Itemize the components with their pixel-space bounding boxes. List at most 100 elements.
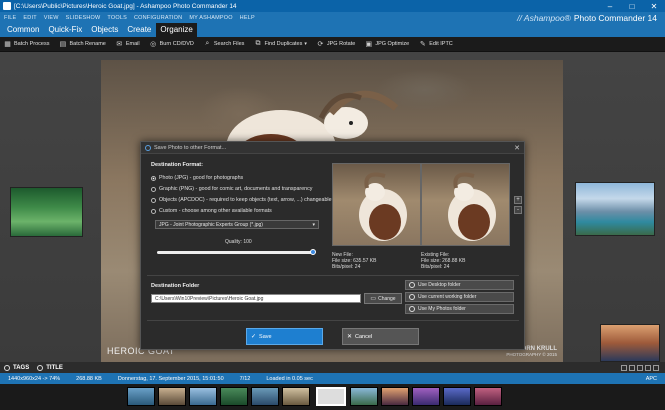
destination-path-input[interactable]: C:\Users\Win10Preview\Pictures\Heroic Go… [151, 294, 361, 303]
use-working-folder-button[interactable]: Use current working folder [405, 292, 514, 302]
film-thumb[interactable] [282, 387, 310, 406]
film-thumb[interactable] [220, 387, 248, 406]
use-my-photos-folder-button[interactable]: Use My Photos folder [405, 304, 514, 314]
check-icon: ✓ [251, 334, 257, 340]
tab-common[interactable]: Common [3, 23, 43, 37]
film-thumb-current[interactable] [316, 387, 346, 406]
dialog-app-icon [145, 144, 151, 151]
menu-slideshow[interactable]: SLIDESHOW [66, 15, 101, 21]
rating-box-icon[interactable] [653, 364, 659, 371]
email-button[interactable]: ✉ Email [115, 40, 140, 49]
tab-create[interactable]: Create [123, 23, 155, 37]
edit-iptc-button[interactable]: ✎ Edit IPTC [418, 40, 453, 49]
burn-disc-button[interactable]: ◎ Burn CD/DVD [149, 40, 194, 49]
film-thumb[interactable] [474, 387, 502, 406]
tab-objects[interactable]: Objects [87, 23, 122, 37]
tab-organize[interactable]: Organize [156, 23, 197, 37]
close-window-button[interactable]: ✕ [643, 0, 665, 12]
film-thumb[interactable] [381, 387, 409, 406]
toolbar-label: JPG Rotate [326, 41, 356, 47]
option-png[interactable]: Graphic (PNG) - good for comic art, docu… [151, 186, 312, 192]
radio-icon[interactable] [4, 364, 10, 371]
navigator-thumb[interactable] [600, 324, 660, 362]
ribbon-tabs: Common Quick-Fix Objects Create Organize [0, 23, 665, 37]
toolbar-label: Edit IPTC [429, 41, 453, 47]
next-photo-thumb[interactable] [575, 182, 655, 236]
option-custom[interactable]: Custom - choose among other available fo… [151, 208, 272, 214]
folder-option-icon [409, 306, 415, 312]
batch-process-button[interactable]: ▦ Batch Process [3, 40, 49, 49]
film-thumb[interactable] [127, 387, 155, 406]
rating-box-icon[interactable] [645, 364, 651, 371]
dialog-title-bar: Save Photo to other Format... ✕ [141, 142, 524, 154]
toolbar-label: Search Files [213, 41, 245, 47]
film-thumb[interactable] [412, 387, 440, 406]
zoom-in-button[interactable]: + [514, 196, 522, 204]
cancel-icon: ✕ [347, 334, 353, 340]
new-file-info: New File: File size: 635.57 KB Bits/pixe… [332, 252, 376, 270]
title-toggle[interactable]: TITLE [37, 364, 63, 371]
radio-icon[interactable] [37, 364, 44, 371]
destination-format-label: Destination Format: [151, 162, 203, 168]
option-apcdoc[interactable]: Objects (APCDOC) - required to keep obje… [151, 197, 332, 203]
preview-zoom-controls: + - [514, 196, 522, 216]
optimize-icon: ▣ [365, 41, 373, 48]
zoom-out-button[interactable]: - [514, 206, 522, 214]
tags-toggle[interactable]: TAGS [4, 364, 29, 371]
folder-option-icon [409, 282, 415, 288]
status-index: 7/12 [239, 375, 251, 382]
use-desktop-folder-button[interactable]: Use Desktop folder [405, 280, 514, 290]
change-folder-button[interactable]: ▭ Change [364, 293, 402, 304]
tag-icon: ✎ [419, 41, 426, 48]
option-label: Objects (APCDOC) - required to keep obje… [159, 197, 332, 203]
dialog-close-button[interactable]: ✕ [510, 144, 524, 152]
film-thumb[interactable] [350, 387, 378, 406]
radio-icon[interactable] [151, 186, 156, 192]
status-mode: APC [645, 375, 657, 382]
menu-view[interactable]: VIEW [44, 15, 59, 21]
quality-label: Quality: 100 [225, 239, 252, 245]
film-thumb[interactable] [158, 387, 186, 406]
rating-box-icon[interactable] [637, 364, 643, 371]
menu-edit[interactable]: EDIT [23, 15, 36, 21]
cancel-label: Cancel [355, 333, 373, 340]
cancel-button[interactable]: ✕ Cancel [342, 328, 419, 345]
film-thumb[interactable] [189, 387, 217, 406]
rating-box-icon[interactable] [629, 364, 635, 371]
previous-photo-thumb[interactable] [10, 187, 83, 237]
menu-configuration[interactable]: CONFIGURATION [134, 15, 182, 21]
radio-selected-icon[interactable] [151, 175, 156, 181]
menu-file[interactable]: FILE [4, 15, 16, 21]
folder-button-label: Use current working folder [418, 294, 477, 300]
chevron-down-icon[interactable]: ▾ [304, 41, 307, 47]
quality-slider[interactable] [157, 249, 316, 255]
menu-help[interactable]: HELP [240, 15, 255, 21]
existing-file-info: Existing File: File size: 268.88 KB Bits… [421, 252, 465, 270]
toolbar: ▦ Batch Process ▤ Batch Rename ✉ Email ◎ Bur… [0, 37, 665, 52]
rating-box-icon[interactable] [621, 364, 627, 371]
maximize-button[interactable]: □ [621, 0, 643, 12]
search-files-button[interactable]: ⌕ Search Files [203, 40, 245, 49]
jpg-rotate-button[interactable]: ⟳ JPG Rotate [316, 40, 355, 49]
film-thumb[interactable] [443, 387, 471, 406]
email-icon: ✉ [116, 41, 123, 48]
radio-icon[interactable] [151, 197, 156, 203]
quality-slider-handle[interactable] [310, 249, 316, 255]
save-button[interactable]: ✓ Save [246, 328, 323, 345]
menu-my-ashampoo[interactable]: MY ASHAMPOO [189, 15, 232, 21]
find-duplicates-button[interactable]: ⧉ Find Duplicates ▾ [253, 40, 306, 49]
option-jpg[interactable]: Photo (JPG) - good for photographs [151, 175, 243, 181]
format-select[interactable]: JPG - Joint Photographic Experts Group (… [155, 220, 319, 229]
toolbar-label: JPG Optimize [375, 41, 410, 47]
menu-tools[interactable]: TOOLS [107, 15, 127, 21]
jpg-optimize-button[interactable]: ▣ JPG Optimize [364, 40, 410, 49]
status-date: Donnerstag, 17. September 2015, 15:01:50 [117, 375, 224, 382]
radio-icon[interactable] [151, 208, 156, 214]
batch-rename-button[interactable]: ▤ Batch Rename [58, 40, 106, 49]
toolbar-label: Email [125, 41, 140, 47]
minimize-button[interactable]: – [599, 0, 621, 12]
title-bar: [C:\Users\Public\Pictures\Heroic Goat.jp… [0, 0, 665, 12]
tab-quick-fix[interactable]: Quick-Fix [44, 23, 86, 37]
film-thumb[interactable] [251, 387, 279, 406]
toolbar-label: Batch Process [14, 41, 50, 47]
